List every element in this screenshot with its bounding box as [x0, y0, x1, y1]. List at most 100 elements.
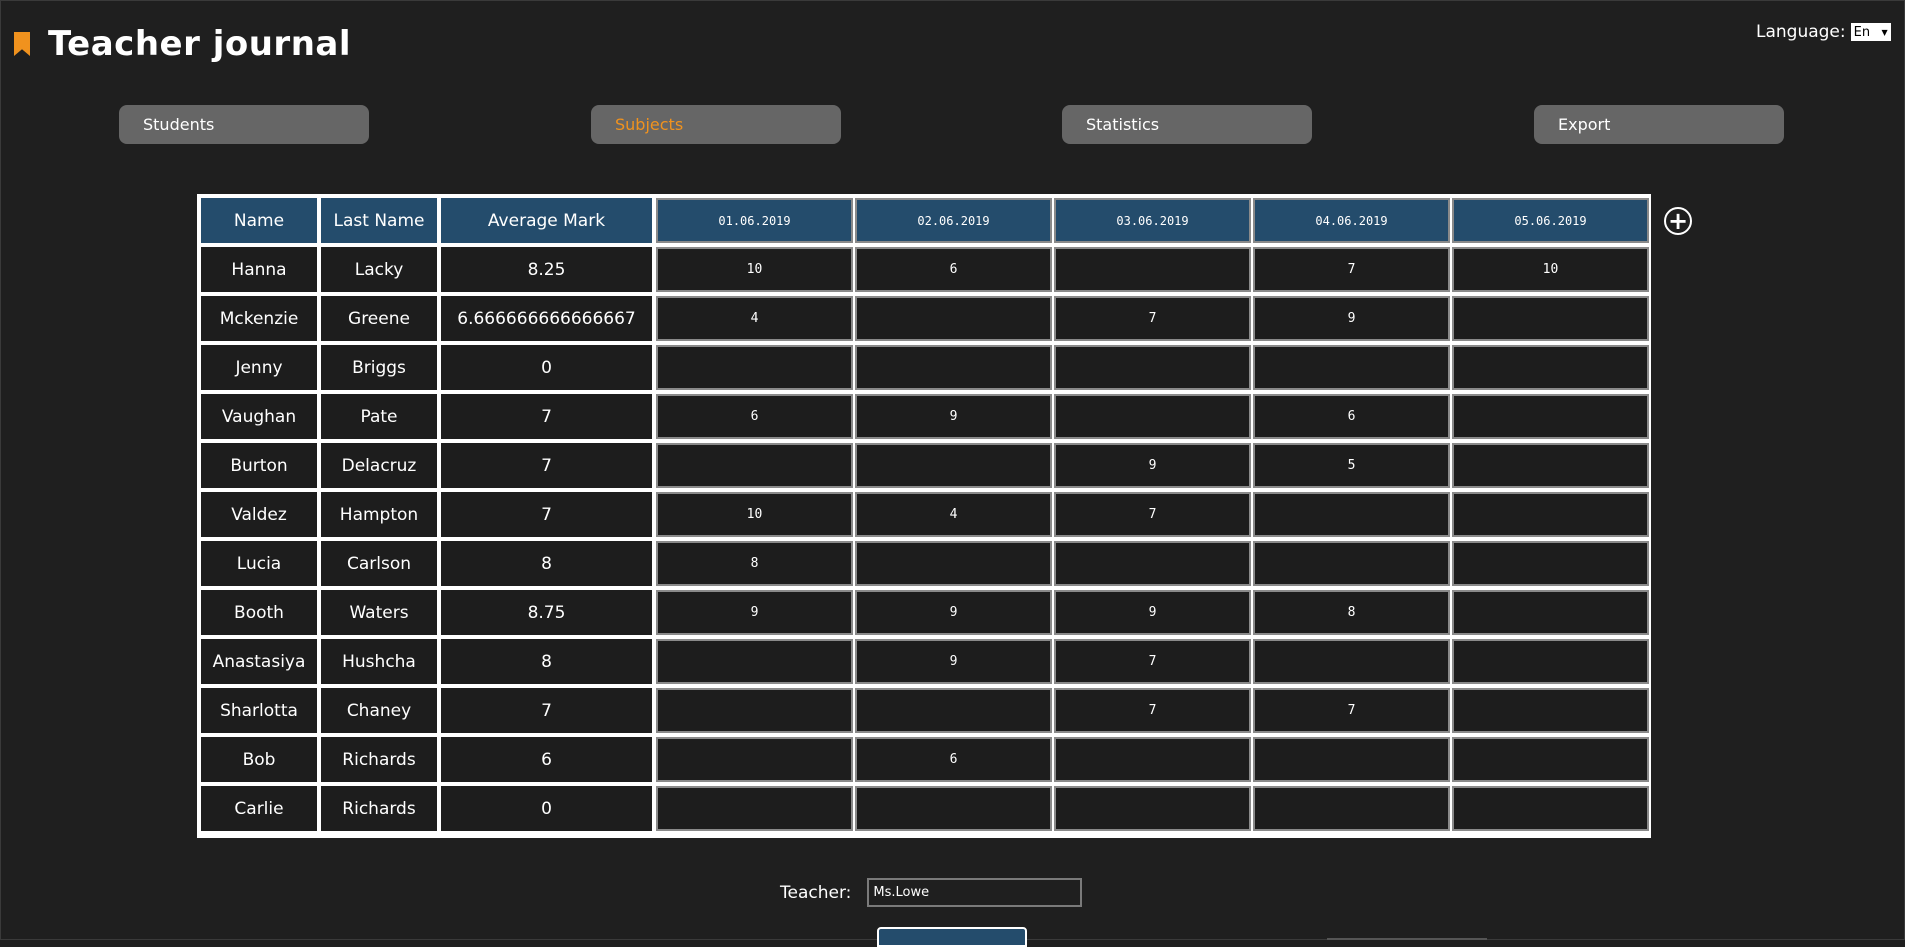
mark-cell[interactable]: 10 [1452, 247, 1649, 292]
mark-cell[interactable]: 7 [1253, 688, 1450, 733]
mark-cell[interactable] [1452, 492, 1649, 537]
mark-cell[interactable]: 10 [656, 492, 853, 537]
mark-cell[interactable]: 9 [855, 394, 1052, 439]
average-mark-cell: 0 [441, 786, 652, 831]
student-first-name-cell: Carlie [201, 786, 317, 831]
bookmark-icon [14, 32, 30, 56]
app-title: Teacher journal [48, 24, 351, 64]
nav-students-button[interactable]: Students [119, 105, 369, 144]
mark-cell[interactable] [656, 443, 853, 488]
mark-cell[interactable] [656, 786, 853, 831]
mark-cell[interactable] [1054, 394, 1251, 439]
mark-cell[interactable] [656, 737, 853, 782]
language-select[interactable]: En ▼ [1850, 23, 1891, 41]
teacher-input[interactable]: Ms.Lowe [867, 878, 1083, 907]
student-last-name-cell: Hampton [321, 492, 437, 537]
mark-cell[interactable] [656, 688, 853, 733]
mark-cell[interactable]: 9 [656, 590, 853, 635]
mark-cell[interactable] [1054, 786, 1251, 831]
mark-cell[interactable]: 8 [656, 541, 853, 586]
mark-cell[interactable] [1452, 345, 1649, 390]
mark-cell[interactable] [1253, 639, 1450, 684]
student-last-name-cell: Waters [321, 590, 437, 635]
mark-cell[interactable] [1253, 737, 1450, 782]
column-header-name: Name [201, 198, 317, 243]
mark-cell[interactable]: 9 [1253, 296, 1450, 341]
mark-cell[interactable] [1452, 443, 1649, 488]
mark-cell[interactable]: 10 [656, 247, 853, 292]
average-mark-cell: 6 [441, 737, 652, 782]
student-last-name-cell: Briggs [321, 345, 437, 390]
mark-cell[interactable] [1253, 786, 1450, 831]
chevron-down-icon: ▼ [1881, 27, 1888, 37]
nav-export-button[interactable]: Export [1534, 105, 1784, 144]
mark-cell[interactable] [1452, 639, 1649, 684]
mark-cell[interactable] [1253, 541, 1450, 586]
mark-cell[interactable] [656, 639, 853, 684]
mark-cell[interactable]: 7 [1054, 688, 1251, 733]
mark-cell[interactable] [1054, 345, 1251, 390]
student-first-name-cell: Bob [201, 737, 317, 782]
mark-cell[interactable]: 7 [1253, 247, 1450, 292]
student-first-name-cell: Booth [201, 590, 317, 635]
average-mark-cell: 8 [441, 541, 652, 586]
mark-cell[interactable] [1054, 541, 1251, 586]
teacher-label: Teacher: [780, 882, 852, 903]
mark-cell[interactable] [1452, 688, 1649, 733]
student-last-name-cell: Richards [321, 737, 437, 782]
student-first-name-cell: Mckenzie [201, 296, 317, 341]
mark-cell[interactable] [1253, 345, 1450, 390]
mark-cell[interactable] [1452, 296, 1649, 341]
nav-label: Students [143, 115, 215, 134]
nav-label: Export [1558, 115, 1611, 134]
mark-cell[interactable] [855, 443, 1052, 488]
mark-cell[interactable]: 9 [1054, 590, 1251, 635]
mark-cell[interactable]: 4 [656, 296, 853, 341]
student-first-name-cell: Burton [201, 443, 317, 488]
student-first-name-cell: Lucia [201, 541, 317, 586]
column-header-date[interactable]: 02.06.2019 [855, 198, 1052, 243]
mark-cell[interactable] [855, 296, 1052, 341]
mark-cell[interactable] [1452, 786, 1649, 831]
mark-cell[interactable] [1452, 737, 1649, 782]
mark-cell[interactable]: 7 [1054, 296, 1251, 341]
mark-cell[interactable]: 7 [1054, 639, 1251, 684]
mark-cell[interactable]: 6 [855, 737, 1052, 782]
column-header-date[interactable]: 05.06.2019 [1452, 198, 1649, 243]
student-first-name-cell: Anastasiya [201, 639, 317, 684]
mark-cell[interactable] [656, 345, 853, 390]
mark-cell[interactable] [1452, 541, 1649, 586]
plus-circle-icon[interactable]: + [1664, 207, 1692, 235]
student-first-name-cell: Jenny [201, 345, 317, 390]
mark-cell[interactable]: 4 [855, 492, 1052, 537]
column-header-date[interactable]: 03.06.2019 [1054, 198, 1251, 243]
mark-cell[interactable] [1452, 590, 1649, 635]
mark-cell[interactable]: 7 [1054, 492, 1251, 537]
mark-cell[interactable] [1253, 492, 1450, 537]
mark-cell[interactable] [855, 541, 1052, 586]
mark-cell[interactable]: 6 [1253, 394, 1450, 439]
mark-cell[interactable]: 6 [656, 394, 853, 439]
column-header-date[interactable]: 04.06.2019 [1253, 198, 1450, 243]
app-header: Teacher journal [14, 24, 351, 64]
nav-subjects-button[interactable]: Subjects [591, 105, 841, 144]
mark-cell[interactable]: 9 [855, 590, 1052, 635]
mark-cell[interactable] [1054, 737, 1251, 782]
nav-statistics-button[interactable]: Statistics [1062, 105, 1312, 144]
average-mark-cell: 7 [441, 492, 652, 537]
mark-cell[interactable]: 6 [855, 247, 1052, 292]
mark-cell[interactable]: 8 [1253, 590, 1450, 635]
mark-cell[interactable]: 9 [855, 639, 1052, 684]
mark-cell[interactable] [1452, 394, 1649, 439]
student-first-name-cell: Vaughan [201, 394, 317, 439]
mark-cell[interactable]: 5 [1253, 443, 1450, 488]
save-button[interactable] [877, 927, 1027, 947]
mark-cell[interactable] [855, 345, 1052, 390]
mark-cell[interactable] [1054, 247, 1251, 292]
column-header-date[interactable]: 01.06.2019 [656, 198, 853, 243]
mark-cell[interactable] [855, 786, 1052, 831]
average-mark-cell: 8.25 [441, 247, 652, 292]
language-label: Language: [1756, 22, 1846, 42]
mark-cell[interactable] [855, 688, 1052, 733]
mark-cell[interactable]: 9 [1054, 443, 1251, 488]
